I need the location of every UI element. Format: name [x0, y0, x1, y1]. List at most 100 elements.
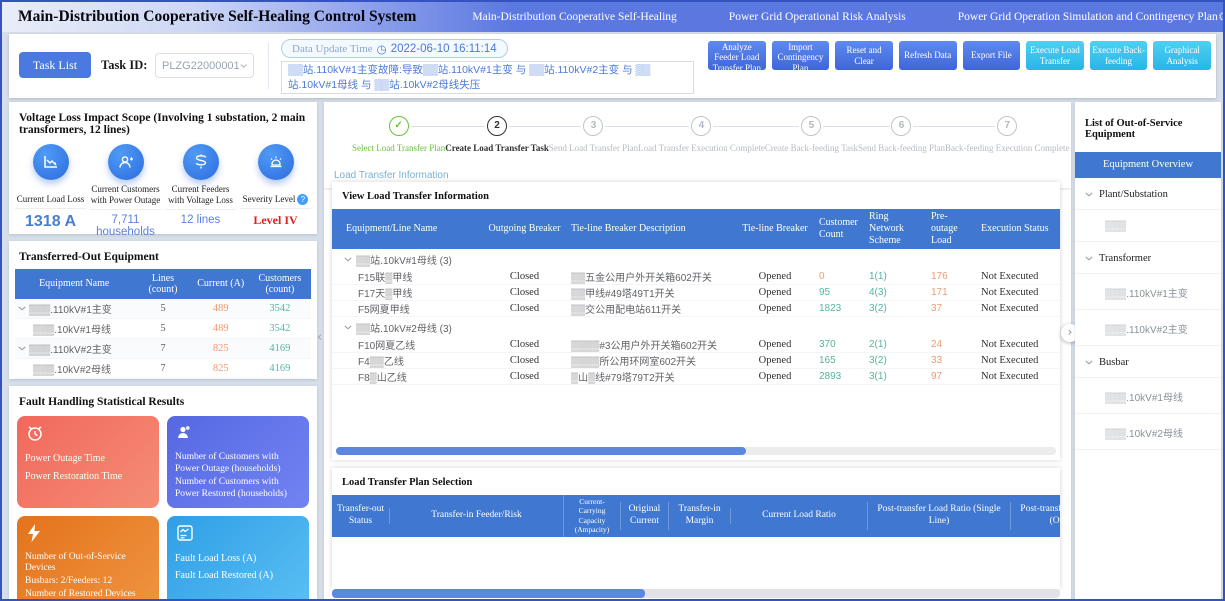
pre-outage-load: 24	[927, 339, 977, 350]
customers-value: 4169	[249, 342, 311, 355]
caret-down-icon[interactable]	[18, 306, 26, 311]
step-7[interactable]: 7 Back-feeding Execution Complete	[945, 116, 1069, 153]
load-transfer-table-header: Equipment/Line Name Outgoing Breaker Tie…	[332, 209, 1060, 249]
export-file-button[interactable]: Export File	[963, 41, 1021, 70]
import-contingency-plan-button[interactable]: Import Contingency Plan	[772, 41, 830, 70]
step-label: Send Load Transfer Plan	[549, 143, 638, 153]
nav-risk-analysis[interactable]: Power Grid Operational Risk Analysis	[729, 11, 906, 23]
caret-down-icon[interactable]	[344, 257, 352, 262]
fault-stats-title: Fault Handling Statistical Results	[9, 386, 317, 412]
step-circle: ✓	[389, 116, 409, 136]
table-row[interactable]: F15联▒甲线 Closed ▒▒五金公用户外开关箱602开关 Opened 0…	[332, 269, 1060, 285]
task-list-button[interactable]: Task List	[19, 52, 91, 78]
tree-group-substation[interactable]: Plant/Substation	[1075, 178, 1221, 210]
col-transfer-out-status: Transfer-out Status	[332, 502, 389, 530]
nav-self-healing[interactable]: Main-Distribution Cooperative Self-Heali…	[472, 11, 676, 23]
current-value: 825	[193, 362, 249, 375]
col-tie-line-desc: Tie-line Breaker Description	[567, 221, 735, 237]
customers-value: 4169	[249, 362, 311, 375]
step-1[interactable]: ✓ Select Load Transfer Plan	[352, 116, 445, 153]
customer-count: 1823	[815, 303, 865, 314]
nav-simulation[interactable]: Power Grid Operation Simulation and Cont…	[958, 11, 1218, 23]
step-6[interactable]: 6 Send Back-feeding Plan	[858, 116, 945, 153]
step-circle: 7	[997, 116, 1017, 136]
tile-text: Number of Customers with Power Outage (h…	[175, 452, 301, 476]
divider	[268, 43, 269, 89]
table-row[interactable]: ▒▒▒.110kV#1主变 5 489 3542	[15, 299, 311, 319]
col-tie-line-breaker: Tie-line Breaker	[735, 221, 815, 237]
ring-network-scheme: 2(1)	[865, 339, 927, 350]
table-row[interactable]: F17天▒甲线 Closed ▒▒甲线#49塔49T1开关 Opened 95 …	[332, 285, 1060, 301]
equipment-name: ▒▒▒.110kV#1主变	[29, 301, 112, 316]
step-circle: 5	[801, 116, 821, 136]
transferred-out-card: Transferred-Out Equipment Equipment Name…	[9, 241, 317, 379]
tree-leaf[interactable]: ▒▒▒.110kV#1主变	[1075, 274, 1221, 310]
customer-count: 0	[815, 271, 865, 282]
right-panel: List of Out-of-Service Equipment Equipme…	[1075, 102, 1221, 599]
analyze-feeder-plan-button[interactable]: Analyze Feeder Load Transfer Plan	[708, 41, 766, 70]
tree-leaf[interactable]: ▒▒▒.110kV#2主变	[1075, 310, 1221, 346]
tile-text: Number of Restored Devices	[25, 589, 151, 601]
task-id-select[interactable]: PLZG22000001	[155, 53, 254, 78]
tree-leaf[interactable]: ▒▒▒.10kV#2母线	[1075, 414, 1221, 450]
refresh-data-button[interactable]: Refresh Data	[899, 41, 957, 70]
group-row[interactable]: ▒▒站.10kV#2母线 (3)	[332, 317, 1060, 337]
step-3[interactable]: 3 Send Load Transfer Plan	[549, 116, 638, 153]
col-post-ratio-overall: Post-transfer Load Ratio (Overall)	[1010, 502, 1060, 530]
step-4[interactable]: 4 Load Transfer Execution Complete	[638, 116, 765, 153]
tree-group-transformer[interactable]: Transformer	[1075, 242, 1221, 274]
execute-back-feeding-button[interactable]: Execute Back-feeding	[1090, 41, 1148, 70]
graphical-analysis-button[interactable]: Graphical Analysis	[1153, 41, 1211, 70]
caret-down-icon[interactable]	[1085, 192, 1093, 197]
table-row[interactable]: ▒▒▒.110kV#2主变 7 825 4169	[15, 339, 311, 359]
lines-count: 5	[133, 322, 192, 335]
tree-leaf[interactable]: ▒▒▒.10kV#1母线	[1075, 378, 1221, 414]
step-2[interactable]: 2 Create Load Transfer Task	[445, 116, 549, 153]
table-row[interactable]: F8▒山乙线 Closed ▒山▒线#79塔79T2开关 Opened 2893…	[332, 369, 1060, 385]
table-row[interactable]: ▒▒▒.10kV#2母线 7 825 4169	[15, 359, 311, 379]
collapse-left-arrow[interactable]: ‹	[317, 330, 322, 345]
out-of-service-title: List of Out-of-Service Equipment	[1075, 102, 1221, 152]
main-nav: Main-Distribution Cooperative Self-Heali…	[472, 11, 1217, 23]
caret-down-icon[interactable]	[1085, 360, 1093, 365]
toolbar-buttons: Analyze Feeder Load Transfer Plan Import…	[708, 41, 1211, 70]
help-icon[interactable]: ?	[297, 194, 308, 205]
equipment-overview-header[interactable]: Equipment Overview	[1075, 152, 1221, 178]
stat-label: Current Load Loss	[15, 184, 86, 209]
caret-down-icon[interactable]	[344, 325, 352, 330]
group-row[interactable]: ▒▒站.10kV#1母线 (3)	[332, 249, 1060, 269]
table-row[interactable]: ▒▒▒.10kV#1母线 5 489 3542	[15, 319, 311, 339]
load-transfer-info-title: View Load Transfer Information	[332, 182, 1060, 209]
caret-down-icon[interactable]	[1085, 256, 1093, 261]
step-5[interactable]: 5 Create Back-feeding Task	[765, 116, 858, 153]
trend-chart-icon	[33, 144, 69, 180]
transferred-out-title: Transferred-Out Equipment	[9, 241, 317, 267]
horizontal-scrollbar[interactable]	[336, 447, 1056, 455]
lines-count: 7	[133, 362, 192, 375]
table-row[interactable]: F5网夏甲线 Closed ▒▒交公用配电站611开关 Opened 1823 …	[332, 301, 1060, 317]
tie-line-desc: ▒▒▒▒#3公用户外开关箱602开关	[567, 337, 735, 352]
center-panel: ✓ Select Load Transfer Plan 2 Create Loa…	[324, 102, 1071, 599]
equipment-name: ▒▒▒.10kV#2母线	[33, 361, 111, 376]
step-label: Create Back-feeding Task	[765, 143, 858, 153]
stat-label: Current Feeders with Voltage Loss	[165, 184, 236, 210]
customer-count: 2893	[815, 371, 865, 382]
feeder-name: F15联▒甲线	[332, 269, 482, 284]
gear-icon[interactable]: ⚙	[1218, 10, 1225, 25]
fault-description-textarea[interactable]: ▒▒站.110kV#1主变故障:导致▒▒站.110kV#1主变 与 ▒▒站.11…	[281, 61, 694, 94]
reset-and-clear-button[interactable]: Reset and Clear	[835, 41, 893, 70]
step-label: Load Transfer Execution Complete	[638, 143, 765, 153]
horizontal-scrollbar[interactable]	[332, 589, 1060, 598]
tie-line-breaker: Opened	[735, 303, 815, 314]
table-row[interactable]: F4▒▒乙线 Closed ▒▒▒▒所公用环网室602开关 Opened 165…	[332, 353, 1060, 369]
group-name: ▒▒站.10kV#2母线 (3)	[356, 320, 452, 335]
caret-down-icon[interactable]	[18, 346, 26, 351]
feeder-icon	[183, 144, 219, 180]
lines-count: 7	[133, 342, 192, 355]
tree-group-busbar[interactable]: Busbar	[1075, 346, 1221, 378]
table-row[interactable]: F10网夏乙线 Closed ▒▒▒▒#3公用户外开关箱602开关 Opened…	[332, 337, 1060, 353]
tie-line-breaker: Opened	[735, 371, 815, 382]
tree-leaf[interactable]: ▒▒▒	[1075, 210, 1221, 242]
execution-status: Not Executed	[977, 303, 1060, 314]
execute-load-transfer-button[interactable]: Execute Load Transfer	[1026, 41, 1084, 70]
